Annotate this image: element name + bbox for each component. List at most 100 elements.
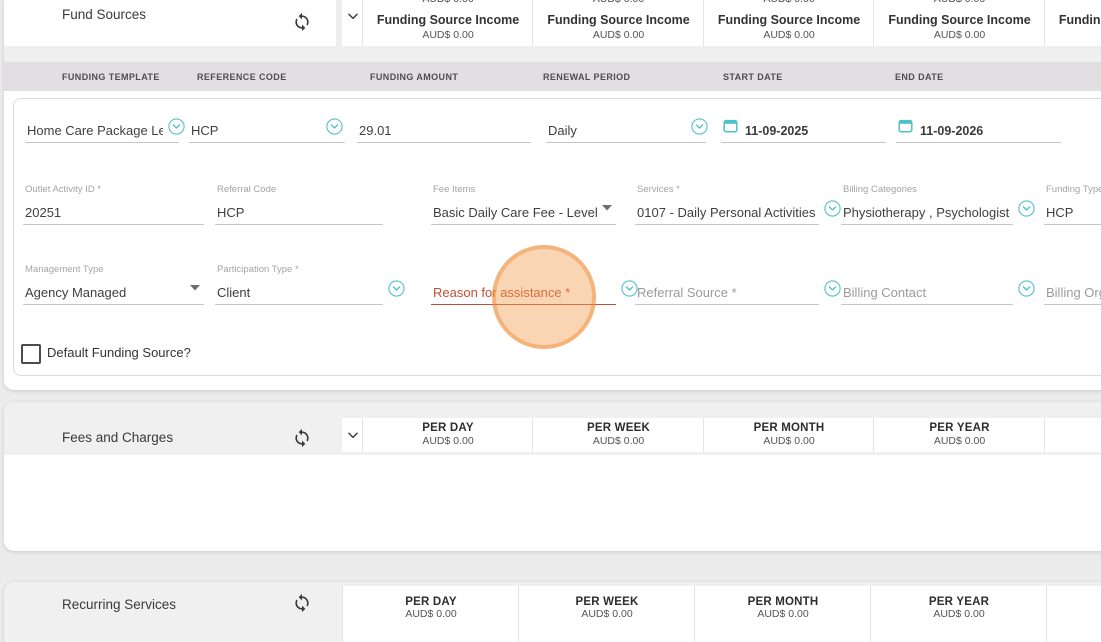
col-end-date: END DATE bbox=[895, 72, 944, 82]
income-column: AUD$ 0.00 Funding Source Income AUD$ 0.0… bbox=[532, 0, 704, 46]
calendar-icon[interactable] bbox=[898, 118, 913, 138]
management-type-value: Agency Managed bbox=[25, 285, 127, 300]
end-date-value: 11-09-2026 bbox=[920, 124, 984, 138]
funding-type-field[interactable]: Funding Type * HCP bbox=[1044, 184, 1101, 225]
col-funding-template: FUNDING TEMPLATE bbox=[62, 72, 160, 82]
income-column: AUD$ 0.00 Funding Source Income AUD$ 0.0… bbox=[1044, 0, 1101, 46]
calendar-icon[interactable] bbox=[723, 118, 738, 138]
renewal-period-field[interactable]: Daily bbox=[546, 116, 708, 143]
income-value: AUD$ 0.00 bbox=[763, 29, 815, 41]
per-year-column: PER YEAR AUD$ 0.00 bbox=[873, 418, 1045, 452]
per-week-value: AUD$ 0.00 bbox=[581, 608, 633, 620]
recurring-services-title: Recurring Services bbox=[62, 597, 177, 612]
per-year-value: AUD$ 0.00 bbox=[933, 435, 986, 447]
refresh-icon[interactable] bbox=[292, 593, 312, 618]
start-date-value: 11-09-2025 bbox=[745, 124, 809, 138]
per-week-column: PER WEEK AUD$ 0.00 bbox=[532, 418, 704, 452]
services-label: Services * bbox=[637, 184, 680, 195]
per-week-label: PER WEEK bbox=[575, 596, 639, 608]
income-title: Funding Source Income bbox=[547, 13, 690, 27]
clipped-amount: AUD$ 0.00 bbox=[363, 0, 533, 5]
empty-column bbox=[1046, 586, 1101, 642]
reference-code-field[interactable]: HCP bbox=[189, 116, 345, 143]
participation-type-field[interactable]: Participation Type * Client bbox=[215, 264, 405, 305]
per-week-column: PER WEEK AUD$ 0.00 bbox=[518, 586, 695, 642]
refresh-icon[interactable] bbox=[292, 12, 312, 37]
billing-contact-field[interactable]: Billing Contact bbox=[841, 264, 1035, 305]
col-funding-amount: FUNDING AMOUNT bbox=[370, 72, 459, 82]
spacer-strip bbox=[4, 46, 1101, 62]
empty-column bbox=[1044, 418, 1101, 452]
circle-chevron-icon[interactable] bbox=[1018, 280, 1035, 302]
clipped-amount: AUD$ 0.00 bbox=[704, 0, 874, 5]
outlet-activity-label: Outlet Activity ID * bbox=[25, 184, 102, 195]
billing-categories-field[interactable]: Billing Categories Physiotherapy , Psych… bbox=[841, 184, 1035, 225]
per-month-column: PER MONTH AUD$ 0.00 bbox=[694, 586, 871, 642]
referral-source-field[interactable]: Referral Source * bbox=[635, 264, 841, 305]
management-type-field[interactable]: Management Type Agency Managed bbox=[23, 264, 204, 305]
circle-chevron-icon[interactable] bbox=[824, 280, 841, 302]
services-value: 0107 - Daily Personal Activities , ... bbox=[637, 205, 817, 220]
reason-for-assistance-field[interactable]: Reason for assistance * bbox=[431, 264, 638, 305]
circle-chevron-icon[interactable] bbox=[326, 118, 343, 140]
per-day-column: PER DAY AUD$ 0.00 bbox=[362, 418, 533, 452]
services-field[interactable]: Services * 0107 - Daily Personal Activit… bbox=[635, 184, 841, 225]
referral-code-label: Referral Code bbox=[217, 184, 277, 195]
fee-items-label: Fee Items bbox=[433, 184, 476, 195]
circle-chevron-icon[interactable] bbox=[824, 200, 841, 222]
end-date-field[interactable]: 11-09-2026 bbox=[896, 116, 1061, 143]
collapse-panel-button[interactable] bbox=[342, 0, 363, 46]
renewal-period-value: Daily bbox=[548, 123, 577, 138]
fees-and-charges-title: Fees and Charges bbox=[62, 430, 174, 445]
start-date-field[interactable]: 11-09-2025 bbox=[721, 116, 886, 143]
per-day-label: PER DAY bbox=[422, 422, 474, 434]
outlet-activity-value: 20251 bbox=[25, 205, 62, 220]
referral-source-placeholder: Referral Source * bbox=[637, 285, 737, 300]
participation-type-label: Participation Type * bbox=[217, 264, 299, 275]
circle-chevron-icon[interactable] bbox=[1018, 200, 1035, 222]
referral-code-field[interactable]: Referral Code HCP bbox=[215, 184, 383, 225]
referral-code-value: HCP bbox=[217, 205, 245, 220]
per-year-label: PER YEAR bbox=[929, 422, 990, 434]
management-type-label: Management Type bbox=[25, 264, 104, 275]
billing-organisation-field[interactable]: Billing Orga bbox=[1044, 264, 1101, 305]
funding-type-value: HCP bbox=[1046, 205, 1074, 220]
default-funding-source-checkbox[interactable] bbox=[21, 344, 41, 364]
outlet-activity-field[interactable]: Outlet Activity ID * 20251 bbox=[23, 184, 204, 225]
per-day-column: PER DAY AUD$ 0.00 bbox=[342, 586, 519, 642]
per-year-label: PER YEAR bbox=[928, 596, 990, 608]
refresh-icon[interactable] bbox=[292, 428, 312, 453]
clipped-amount: AUD$ 0.00 bbox=[533, 0, 704, 5]
per-month-label: PER MONTH bbox=[747, 596, 819, 608]
clipped-amount: AUD$ 0.00 bbox=[1045, 0, 1101, 5]
recurring-services-panel: Recurring Services PER DAY AUD$ 0.00 PER… bbox=[4, 582, 1101, 642]
billing-contact-placeholder: Billing Contact bbox=[843, 285, 927, 300]
income-title: Funding Source Income bbox=[1058, 13, 1101, 27]
per-week-value: AUD$ 0.00 bbox=[592, 435, 645, 447]
fees-and-charges-panel: Fees and Charges PER DAY AUD$ 0.00 PER W… bbox=[4, 402, 1101, 551]
billing-categories-value: Physiotherapy , Psychologist bbox=[843, 205, 1010, 220]
grid-header-row: FUNDING TEMPLATE REFERENCE CODE FUNDING … bbox=[4, 62, 1101, 91]
collapse-panel-button[interactable] bbox=[342, 418, 363, 452]
billing-organisation-placeholder: Billing Orga bbox=[1046, 285, 1101, 300]
reason-for-assistance-placeholder: Reason for assistance * bbox=[433, 285, 571, 300]
funding-template-field[interactable]: Home Care Package Level... bbox=[25, 116, 185, 143]
income-title: Funding Source Income bbox=[376, 13, 520, 27]
funding-type-label: Funding Type * bbox=[1046, 184, 1101, 195]
income-value: AUD$ 0.00 bbox=[592, 29, 645, 41]
funding-amount-field[interactable]: 29.01 bbox=[357, 116, 531, 143]
income-value: AUD$ 0.00 bbox=[422, 29, 474, 41]
col-renewal-period: RENEWAL PERIOD bbox=[543, 72, 631, 82]
circle-chevron-icon[interactable] bbox=[168, 118, 185, 140]
per-month-value: AUD$ 0.00 bbox=[757, 608, 809, 620]
clipped-amount: AUD$ 0.00 bbox=[874, 0, 1045, 5]
billing-categories-label: Billing Categories bbox=[843, 184, 917, 195]
circle-chevron-icon[interactable] bbox=[388, 280, 405, 302]
fee-items-field[interactable]: Fee Items Basic Daily Care Fee - Level 1… bbox=[431, 184, 616, 225]
per-day-label: PER DAY bbox=[405, 596, 457, 608]
circle-chevron-icon[interactable] bbox=[691, 118, 708, 140]
fund-sources-title: Fund Sources bbox=[62, 7, 147, 22]
per-year-value: AUD$ 0.00 bbox=[933, 608, 985, 620]
income-value: AUD$ 0.00 bbox=[1045, 29, 1101, 41]
reference-code-value: HCP bbox=[191, 123, 219, 138]
